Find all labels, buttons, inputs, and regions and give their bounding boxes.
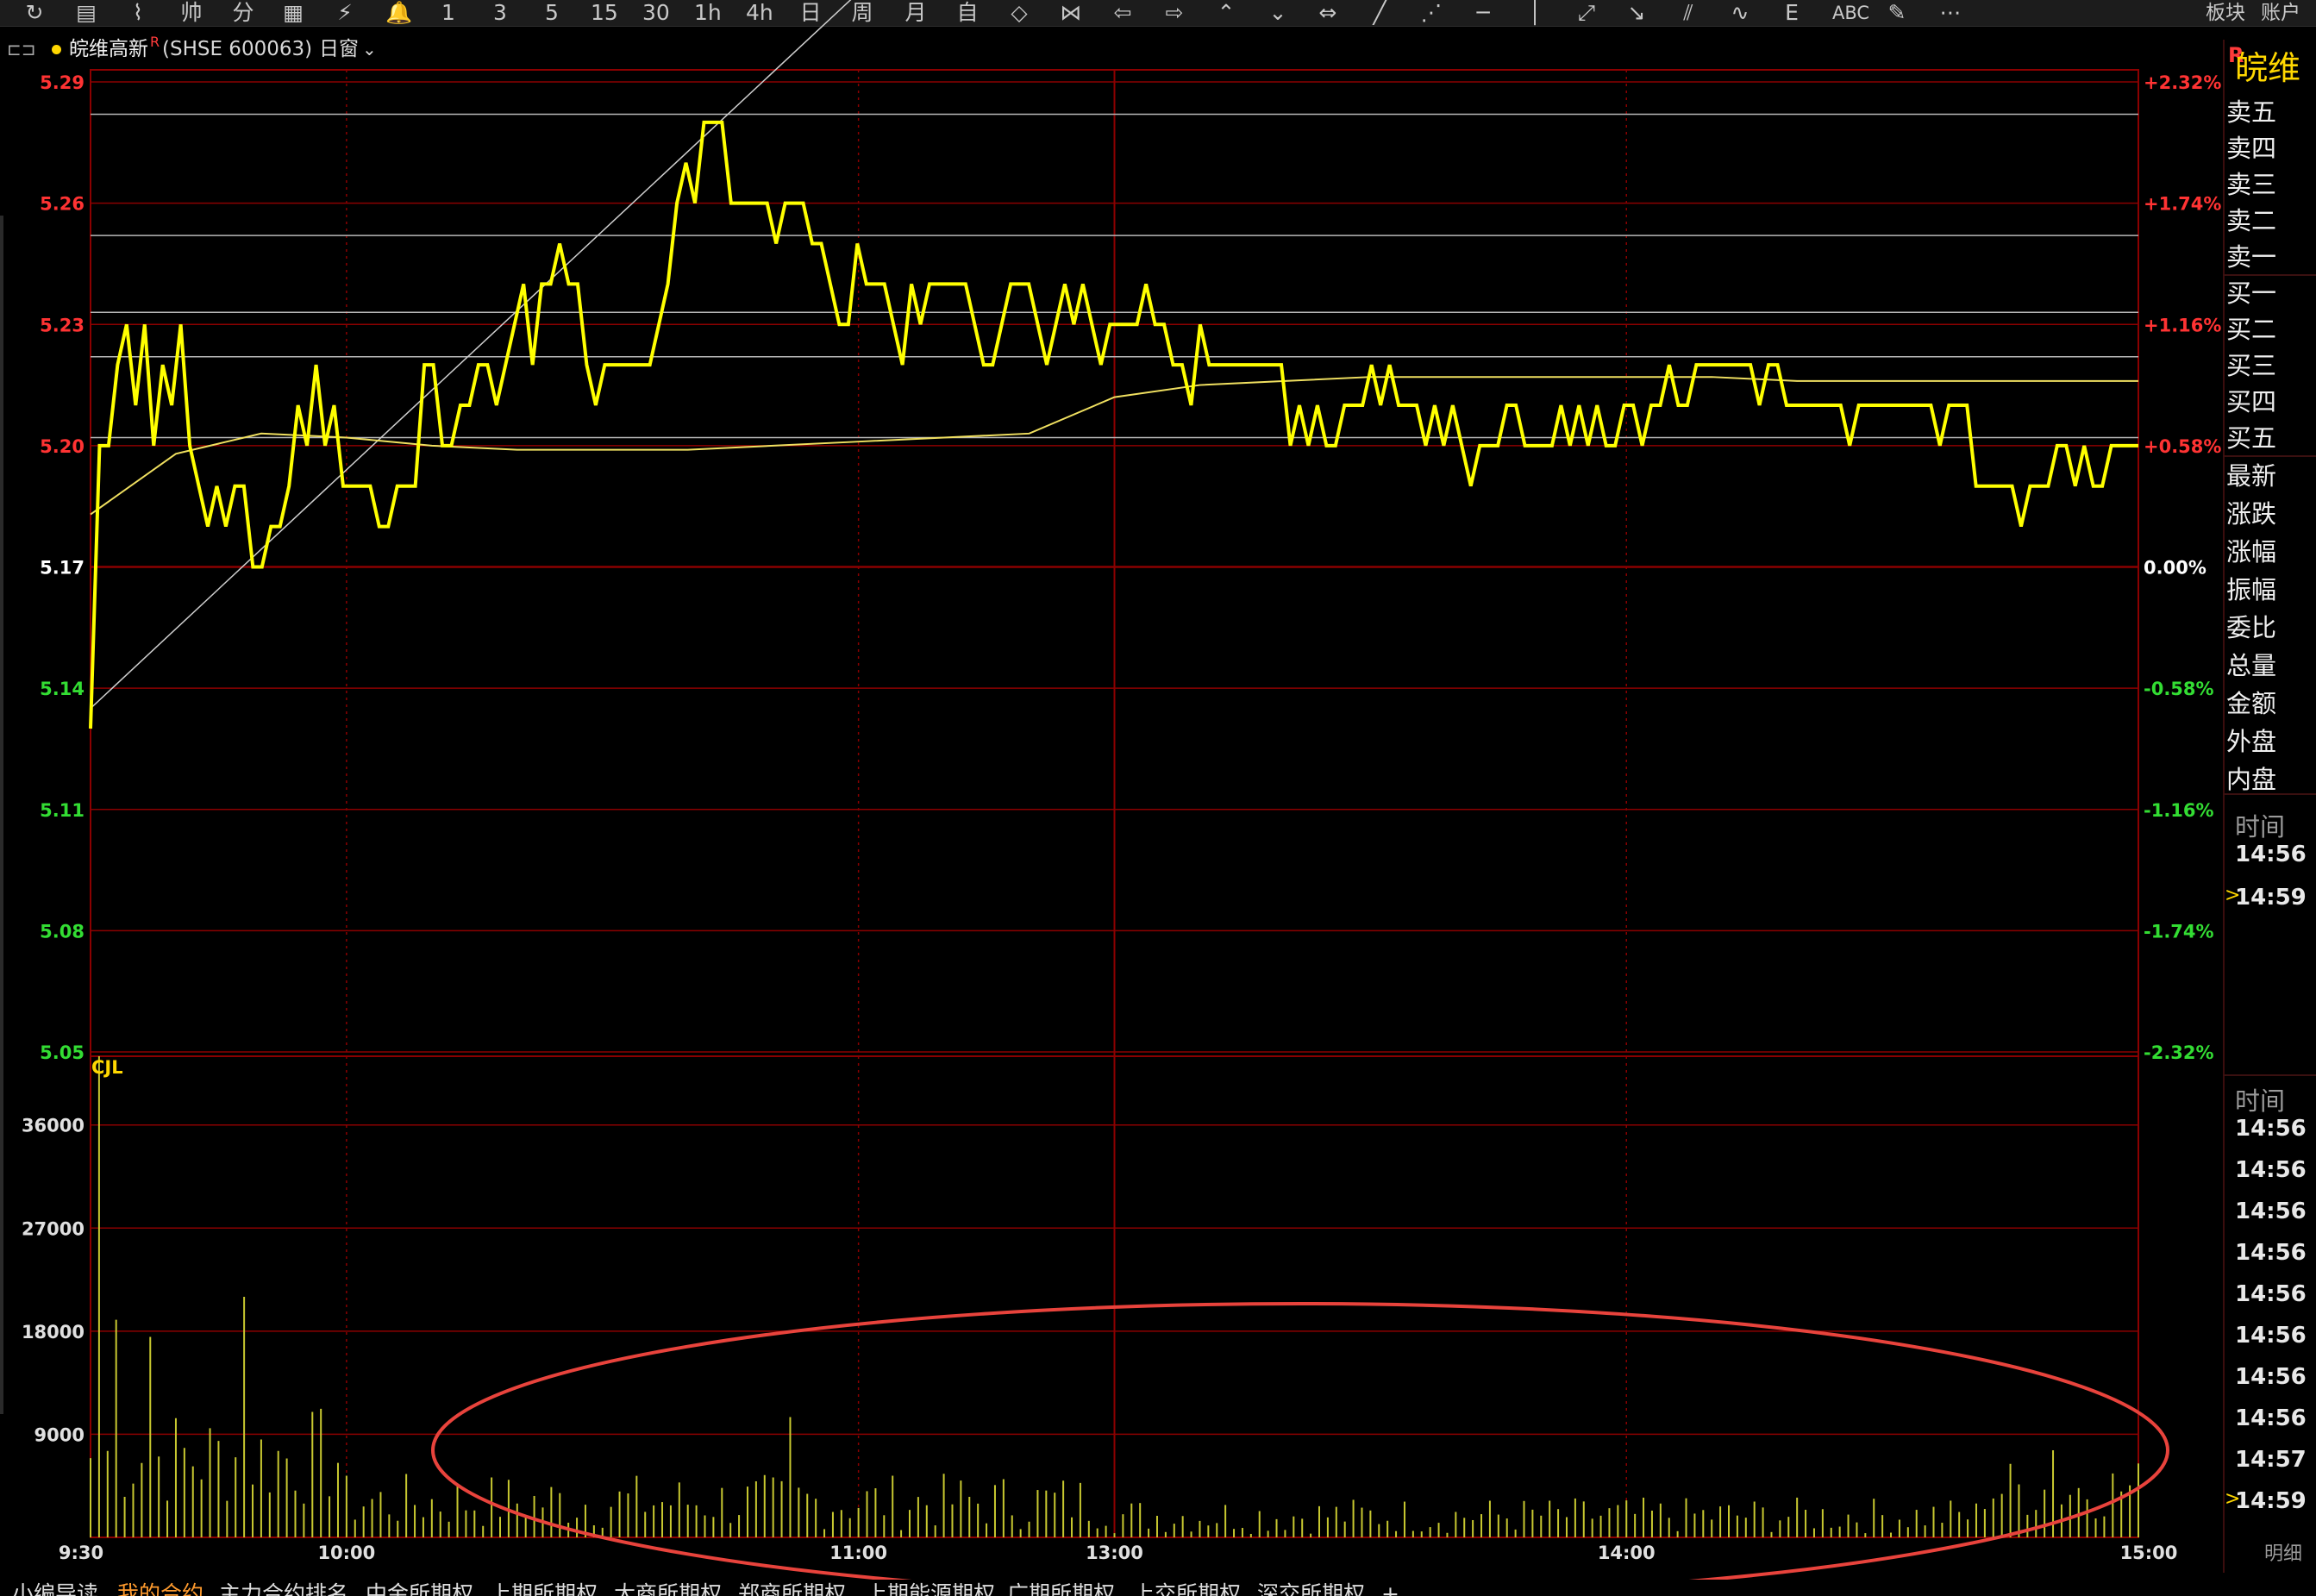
time-tick-label: 10:00 bbox=[317, 1543, 375, 1563]
ask-level-label: 卖二 bbox=[2226, 206, 2277, 235]
bottom-tab[interactable]: 上期能源期权 bbox=[866, 1580, 995, 1596]
panel-separator bbox=[2223, 274, 2316, 276]
tick-time: 14:57 bbox=[2235, 1447, 2307, 1473]
bottom-tab[interactable]: 中金所期权 bbox=[366, 1580, 473, 1596]
panel-separator bbox=[2223, 455, 2316, 457]
volume-tick-label: 27000 bbox=[22, 1218, 85, 1239]
bottom-tab[interactable]: 小编导读 bbox=[12, 1580, 98, 1596]
volume-tick-label: 18000 bbox=[22, 1322, 85, 1343]
ask-level-label: 卖三 bbox=[2226, 170, 2277, 199]
bid-level-label: 买一 bbox=[2226, 279, 2277, 308]
price-tick-label: 5.05 bbox=[40, 1042, 85, 1063]
percent-tick-label: 0.00% bbox=[2144, 558, 2206, 579]
tick-list-1-title: 时间 bbox=[2235, 812, 2286, 842]
time-tick-label: 14:00 bbox=[1598, 1543, 1656, 1563]
ask-level-label: 卖一 bbox=[2226, 242, 2277, 272]
time-tick-label: 9:30 bbox=[59, 1543, 103, 1563]
price-tick-label: 5.26 bbox=[40, 194, 85, 215]
bid-level-label: 买三 bbox=[2226, 351, 2277, 380]
bottom-tab[interactable]: 广期所期权 bbox=[1007, 1580, 1115, 1596]
tick-time: 14:56 bbox=[2235, 1281, 2307, 1307]
quote-field-label: 总量 bbox=[2226, 651, 2277, 680]
price-tick-label: 5.29 bbox=[40, 72, 85, 93]
tick-time: 14:56 bbox=[2235, 1405, 2307, 1431]
detail-button[interactable]: 明细 bbox=[2264, 1538, 2302, 1566]
tick-time: 14:56 bbox=[2235, 1364, 2307, 1390]
bid-level-label: 买四 bbox=[2226, 387, 2277, 416]
ask-level-label: 卖四 bbox=[2226, 134, 2277, 163]
bid-level-label: 买二 bbox=[2226, 315, 2277, 344]
intraday-chart[interactable]: 5.29 5.26 5.23 5.20 5.17 5.14 5.11 5.08 5.05 +2.3… bbox=[0, 0, 2223, 1580]
price-tick-label: 5.20 bbox=[40, 436, 85, 457]
time-tick-label: 11:00 bbox=[829, 1543, 887, 1563]
quote-field-label: 振幅 bbox=[2226, 575, 2277, 604]
bottom-tab[interactable]: 深交所期权 bbox=[1257, 1580, 1365, 1596]
bottom-tab[interactable]: + bbox=[1381, 1580, 1399, 1596]
tick-time: 14:56 bbox=[2235, 1199, 2307, 1224]
bottom-tab[interactable]: 郑商所期权 bbox=[738, 1580, 846, 1596]
quote-field-label: 委比 bbox=[2226, 613, 2277, 642]
time-tick-label: 15:00 bbox=[2120, 1543, 2178, 1563]
percent-tick-label: -1.74% bbox=[2144, 921, 2214, 942]
quote-field-label: 最新 bbox=[2226, 461, 2277, 491]
volume-tick-label: 36000 bbox=[22, 1116, 85, 1136]
tick-time: 14:56 bbox=[2235, 1323, 2307, 1349]
tick-list-2-title: 时间 bbox=[2235, 1086, 2286, 1116]
price-tick-label: 5.23 bbox=[40, 315, 85, 335]
bottom-tab[interactable]: 我的合约 bbox=[117, 1580, 203, 1596]
account-menu[interactable]: 账户 bbox=[2261, 2, 2300, 24]
tick-time: 14:59 bbox=[2235, 885, 2307, 911]
panel-stock-name: 皖维 bbox=[2235, 49, 2301, 87]
quote-field-label: 涨跌 bbox=[2226, 499, 2277, 529]
price-tick-label: 5.11 bbox=[40, 800, 85, 821]
tick-time: 14:59 bbox=[2235, 1488, 2307, 1514]
percent-tick-label: -1.16% bbox=[2144, 800, 2214, 821]
bottom-tab[interactable]: 上期所期权 bbox=[490, 1580, 598, 1596]
volume-tick-label: 9000 bbox=[34, 1424, 85, 1445]
volume-indicator-label: CJL bbox=[91, 1057, 123, 1078]
percent-tick-label: -2.32% bbox=[2144, 1042, 2214, 1063]
bid-level-label: 买五 bbox=[2226, 423, 2277, 453]
price-tick-label: 5.17 bbox=[40, 558, 85, 579]
selected-tick-marker-icon: > bbox=[2225, 1488, 2241, 1510]
time-tick-label: 13:00 bbox=[1086, 1543, 1143, 1563]
bottom-tab[interactable]: 上交所期权 bbox=[1133, 1580, 1241, 1596]
percent-tick-label: -0.58% bbox=[2144, 679, 2214, 699]
quote-field-label: 外盘 bbox=[2226, 727, 2277, 756]
ask-level-label: 卖五 bbox=[2226, 97, 2277, 127]
percent-tick-label: +0.58% bbox=[2144, 436, 2221, 457]
percent-tick-label: +1.74% bbox=[2144, 194, 2221, 215]
tick-time: 14:56 bbox=[2235, 1240, 2307, 1266]
tick-time: 14:56 bbox=[2235, 842, 2307, 867]
tick-time: 14:56 bbox=[2235, 1157, 2307, 1183]
tick-time: 14:56 bbox=[2235, 1116, 2307, 1142]
quote-field-label: 金额 bbox=[2226, 689, 2277, 718]
price-tick-label: 5.14 bbox=[40, 679, 85, 699]
bottom-tab[interactable]: 大商所期权 bbox=[614, 1580, 722, 1596]
percent-tick-label: +1.16% bbox=[2144, 315, 2221, 335]
quote-field-label: 内盘 bbox=[2226, 765, 2277, 794]
selected-tick-marker-icon: > bbox=[2225, 885, 2241, 906]
panel-separator bbox=[2223, 1074, 2316, 1076]
panel-separator bbox=[2223, 793, 2316, 795]
bottom-tabs: 小编导读 我的合约 主力合约排名 中金所期权 上期所期权 大商所期权 郑商所期权 上期能源期权… bbox=[0, 1580, 2316, 1596]
trend-line[interactable] bbox=[90, 0, 892, 710]
quote-field-label: 涨幅 bbox=[2226, 537, 2277, 566]
bottom-tab[interactable]: 主力合约排名 bbox=[219, 1580, 348, 1596]
percent-tick-label: +2.32% bbox=[2144, 72, 2221, 93]
price-tick-label: 5.08 bbox=[40, 921, 85, 942]
